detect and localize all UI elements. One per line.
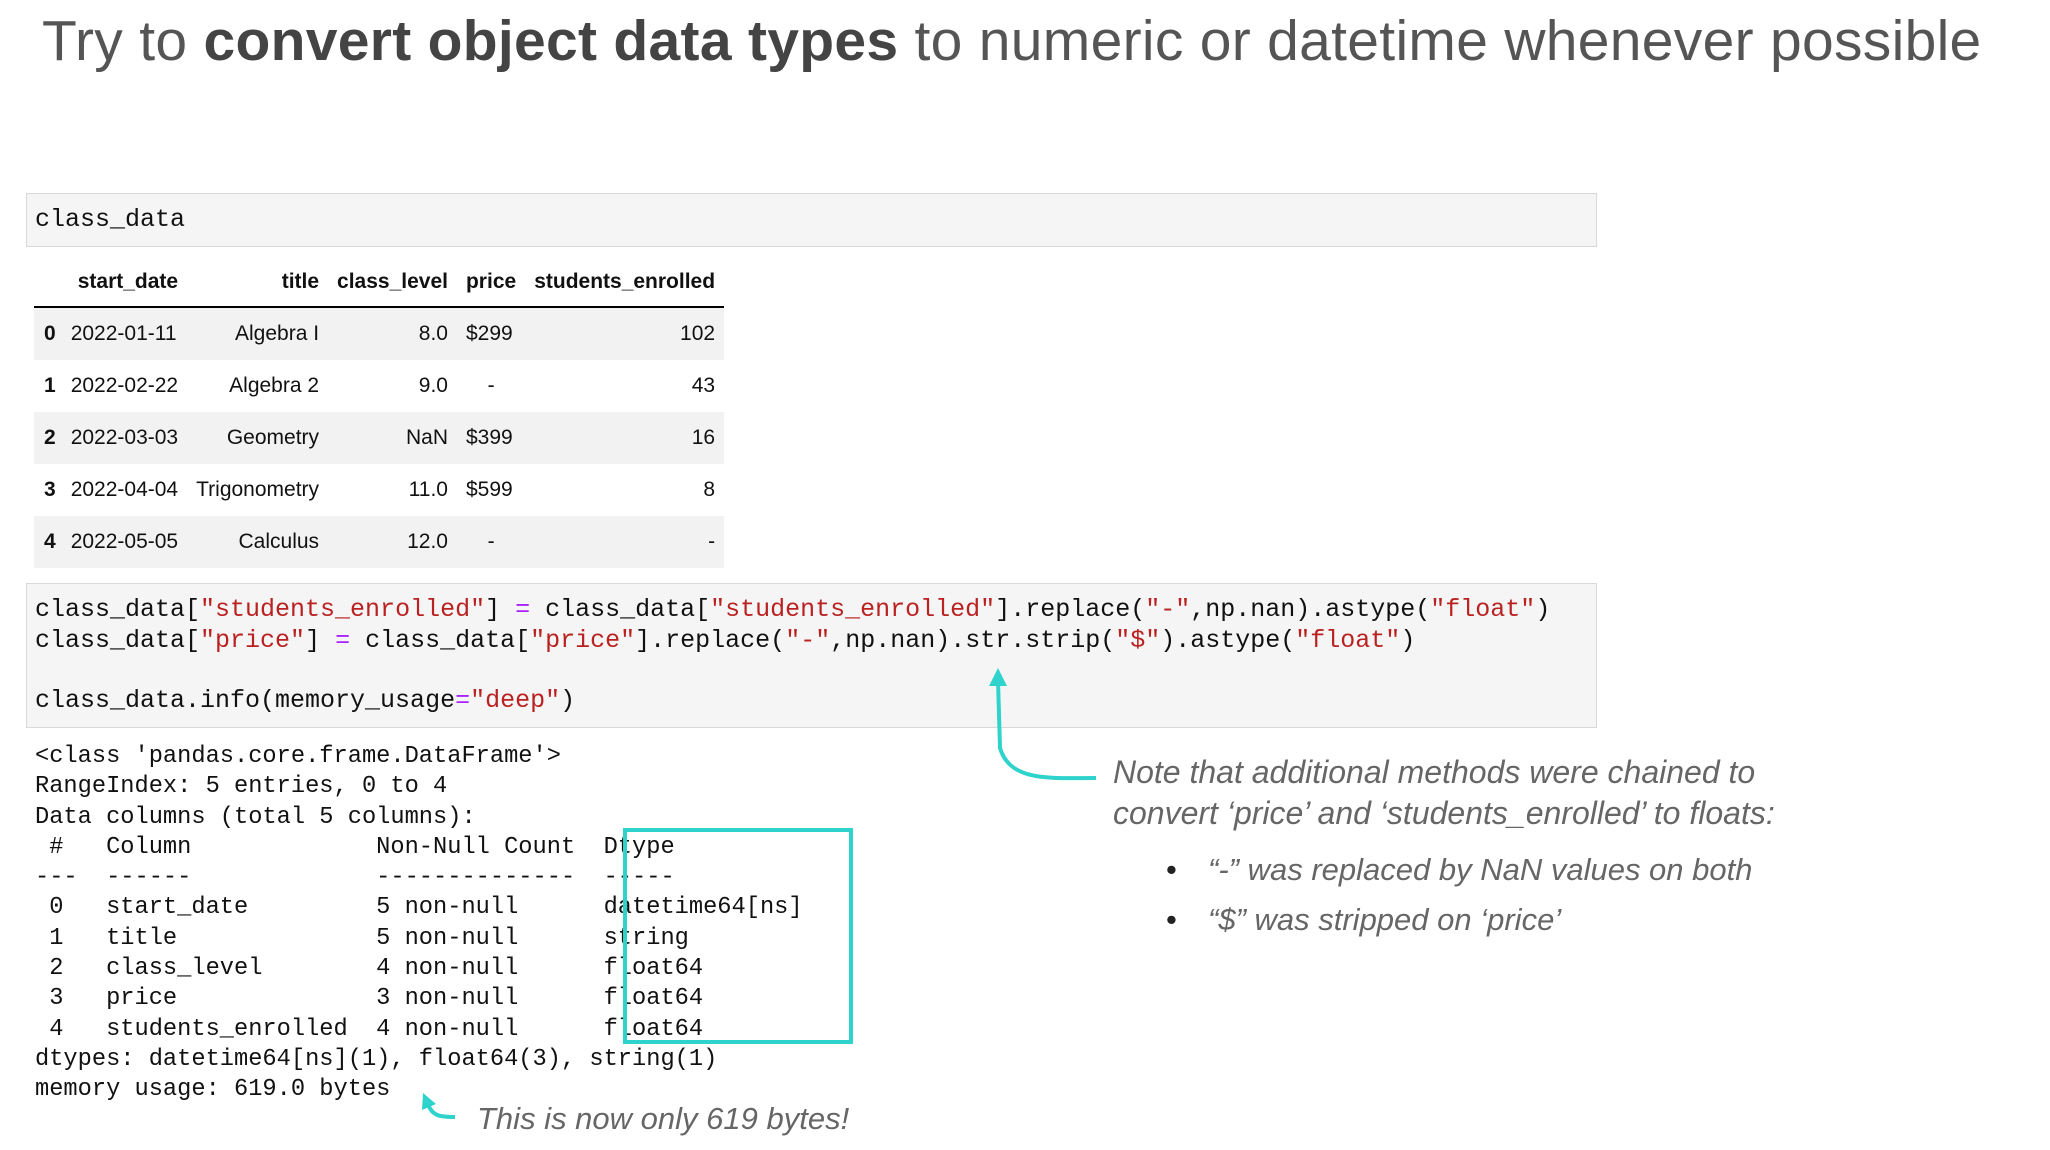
row-index: 3	[44, 478, 56, 501]
code-string: "price"	[200, 626, 306, 655]
table-row: 0 2022-01-11 Algebra I 8.0 $299 102	[34, 307, 725, 360]
code-string: "float"	[1295, 626, 1401, 655]
code-string: "-"	[785, 626, 831, 655]
code-token: ,np.nan).astype(	[1190, 595, 1431, 624]
page-title: Try to convert object data types to nume…	[42, 8, 1982, 74]
output-line: <class 'pandas.core.frame.DataFrame'>	[35, 743, 561, 770]
code-token: class_data[	[530, 595, 711, 624]
cell-class-level: 8.0	[328, 307, 457, 360]
row-index: 1	[44, 374, 56, 397]
table-header-row: start_date title class_level price stude…	[34, 258, 725, 308]
code-string: "-"	[1145, 595, 1191, 624]
code-token: )	[1535, 595, 1551, 624]
cell-class-level: 12.0	[328, 516, 457, 568]
code-token: ]	[485, 595, 516, 624]
bullet-item: • “-” was replaced by NaN values on both	[1166, 852, 1752, 902]
bullet-text: “-” was replaced by NaN values on both	[1208, 852, 1753, 887]
code-token: ,np.nan).str.strip(	[830, 626, 1116, 655]
bullet-text: “$” was stripped on ‘price’	[1208, 902, 1562, 937]
code-token: )	[560, 686, 576, 715]
code-token: class_data.info(memory_usage	[35, 686, 456, 715]
code-operator: =	[335, 626, 351, 655]
bullet-item: • “$” was stripped on ‘price’	[1166, 902, 1752, 952]
bytes-annotation: This is now only 619 bytes!	[477, 1101, 850, 1136]
cell-students-enrolled: 8	[703, 478, 716, 501]
title-pre: Try to	[42, 9, 204, 73]
dataframe-table: start_date title class_level price stude…	[34, 258, 725, 568]
output-line: dtypes: datetime64[ns](1), float64(3), s…	[35, 1045, 718, 1073]
table-row: 2 2022-03-03 Geometry NaN $399 16	[34, 412, 725, 464]
code-token: ].replace(	[995, 595, 1146, 624]
code-string: "deep"	[470, 686, 561, 715]
cell-start-date: 2022-03-03	[61, 412, 188, 464]
code-string: "students_enrolled"	[710, 595, 996, 624]
cell-price: $299	[456, 307, 526, 360]
dtype-highlight-box	[623, 828, 853, 1044]
bullet-dot-icon: •	[1166, 902, 1177, 937]
cell-price: -	[456, 516, 526, 568]
code-operator: =	[455, 686, 471, 715]
cell-title: Algebra 2	[229, 374, 320, 397]
column-header-index	[34, 258, 62, 308]
cell-price: $599	[465, 478, 513, 501]
note-line-2: convert ‘price’ and ‘students_enrolled’ …	[1113, 795, 1775, 831]
code-token: class_data[	[350, 626, 531, 655]
row-index: 4	[34, 516, 62, 568]
column-header-students-enrolled: students_enrolled	[525, 258, 725, 308]
code-text: class_data	[35, 205, 186, 234]
column-header-title: title	[187, 258, 329, 308]
cell-price: $399	[456, 412, 526, 464]
cell-title: Trigonometry	[196, 478, 320, 501]
cell-class-level: 11.0	[408, 478, 448, 501]
note-line-1: Note that additional methods were chaine…	[1113, 754, 1756, 790]
cell-price: -	[487, 374, 495, 397]
code-token: ].replace(	[635, 626, 786, 655]
column-header-price: price	[456, 258, 526, 308]
table-row: 4 2022-05-05 Calculus 12.0 - -	[34, 516, 725, 568]
annotation-note: Note that additional methods were chaine…	[1113, 752, 1775, 834]
cell-title: Calculus	[187, 516, 329, 568]
code-string: "float"	[1430, 595, 1536, 624]
output-line: RangeIndex: 5 entries, 0 to 4	[35, 773, 448, 801]
note-bullets: • “-” was replaced by NaN values on both …	[1166, 852, 1752, 952]
cell-students-enrolled: 43	[691, 374, 716, 397]
cell-start-date: 2022-02-22	[70, 374, 179, 397]
row-index: 0	[34, 307, 62, 360]
cell-start-date: 2022-05-05	[61, 516, 188, 568]
arrow-to-memory-icon	[426, 1103, 456, 1119]
column-header-start-date: start_date	[61, 258, 188, 308]
cell-title: Geometry	[187, 412, 329, 464]
cell-students-enrolled: 16	[525, 412, 725, 464]
code-string: "price"	[530, 626, 636, 655]
code-string: "$"	[1115, 626, 1161, 655]
cell-start-date: 2022-04-04	[70, 478, 179, 501]
code-token: ).astype(	[1160, 626, 1296, 655]
code-line-students-enrolled: class_data["students_enrolled"] = class_…	[35, 594, 1596, 625]
code-cell-1[interactable]: class_data	[26, 193, 1597, 247]
table-row: 1 2022-02-22 Algebra 2 9.0 - 43	[34, 360, 724, 412]
cell-title: Algebra I	[187, 307, 329, 360]
title-post: to numeric or datetime whenever possible	[898, 9, 1982, 73]
code-cell-2[interactable]: class_data["students_enrolled"] = class_…	[26, 583, 1597, 728]
code-token: class_data[	[35, 626, 201, 655]
row-index: 2	[34, 412, 62, 464]
code-line-info: class_data.info(memory_usage="deep")	[35, 685, 1596, 716]
bullet-dot-icon: •	[1166, 852, 1177, 887]
code-token: class_data[	[35, 595, 201, 624]
code-token: ]	[305, 626, 336, 655]
cell-students-enrolled: -	[525, 516, 725, 568]
table-row: 3 2022-04-04 Trigonometry 11.0 $599 8	[34, 464, 724, 516]
code-string: "students_enrolled"	[200, 595, 486, 624]
code-operator: =	[515, 595, 531, 624]
cell-start-date: 2022-01-11	[61, 307, 188, 360]
code-token: )	[1400, 626, 1416, 655]
code-line-price: class_data["price"] = class_data["price"…	[35, 625, 1596, 656]
title-bold: convert object data types	[203, 9, 899, 73]
cell-class-level: NaN	[328, 412, 457, 464]
cell-students-enrolled: 102	[525, 307, 725, 360]
cell-class-level: 9.0	[418, 374, 448, 397]
column-header-class-level: class_level	[328, 258, 457, 308]
